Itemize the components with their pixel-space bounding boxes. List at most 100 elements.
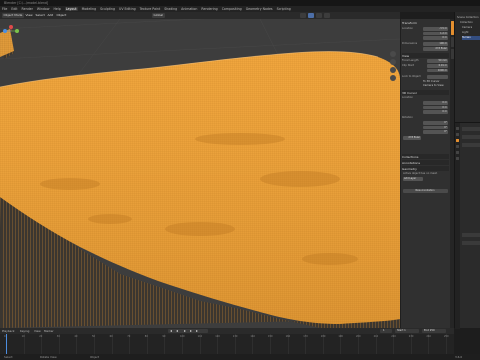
timeline-tick-label: 240 [426, 335, 431, 338]
axis-gizmo-icon[interactable] [0, 19, 22, 43]
geometry-section-header[interactable]: Geometry [402, 167, 449, 171]
playhead[interactable] [6, 334, 7, 354]
view-section-header[interactable]: View [402, 54, 449, 58]
wireframe-shading-button[interactable] [300, 13, 306, 18]
end-frame-field[interactable]: End 250 [424, 329, 435, 332]
menu-item-compositing[interactable]: Compositing [222, 7, 242, 11]
location-x-field[interactable]: -3.5 m [423, 27, 448, 31]
cursor-rx-field[interactable]: 0° [423, 121, 448, 125]
object-menu[interactable]: Object [55, 13, 68, 18]
rotation-mode-dropdown[interactable]: XYZ Euler [423, 47, 448, 51]
outliner-item[interactable]: Light [462, 31, 480, 35]
timeline[interactable]: 0 10 20 30 40 50 60 70 80 90 100 110 120 130 140 150 160… [0, 334, 454, 354]
hand-pan-icon[interactable] [390, 59, 396, 65]
collections-section-header[interactable]: Collections [402, 155, 449, 159]
lock-object-label: Lock to Object [402, 75, 421, 78]
playback-menu[interactable]: Playback [2, 329, 14, 333]
timeline-tick-label: 40 [74, 335, 78, 338]
timeline-tick-label: 30 [56, 335, 60, 338]
menu-item-layout[interactable]: Layout [64, 7, 78, 11]
start-frame-field[interactable]: Start 1 [397, 329, 406, 332]
location-label: Location [402, 27, 413, 30]
rendered-shading-button[interactable] [324, 13, 330, 18]
timeline-tick-label: 90 [162, 335, 166, 338]
clip-start-label: Clip Start [402, 64, 415, 67]
timeline-tick-label: 130 [232, 335, 238, 338]
clip-start-field[interactable]: 0.01 m [427, 64, 448, 68]
timeline-tick-label: 60 [109, 335, 113, 338]
timeline-tick-label: 180 [320, 335, 326, 338]
timeline-tick-label: 160 [285, 335, 291, 338]
view-menu-timeline[interactable]: View [34, 329, 41, 333]
cursor-rz-field[interactable]: 0° [423, 130, 448, 134]
marker-menu[interactable]: Marker [44, 329, 54, 333]
timeline-tick-label: 140 [250, 335, 255, 338]
window-title: Blender [C:\...\model.blend] [4, 0, 49, 5]
add-layer-button[interactable]: Add Layer [403, 177, 423, 181]
transform-section-header[interactable]: Transform [402, 21, 449, 25]
timeline-tick-label: 100 [180, 335, 185, 338]
cursor-ry-field[interactable]: 0° [423, 125, 448, 130]
focal-length-field[interactable]: 50 mm [427, 59, 448, 63]
solid-shading-button[interactable] [308, 13, 314, 18]
properties-editor [454, 122, 480, 329]
menu-item-sculpting[interactable]: Sculpting [100, 7, 115, 11]
timeline-tick-label: 80 [144, 335, 148, 338]
location-y-field[interactable]: 1.2 m [423, 31, 448, 36]
menu-item-window[interactable]: Window [37, 7, 50, 11]
viewport-header: Object Mode View Select Add Object Globa… [0, 12, 400, 19]
new-annotation-button[interactable]: New Annotation [403, 189, 448, 193]
menu-item-shading[interactable]: Shading [164, 7, 177, 11]
material-shading-button[interactable] [316, 13, 322, 18]
menu-item-animation[interactable]: Animation [181, 7, 197, 11]
timeline-tick-label: 150 [268, 335, 273, 338]
current-frame-field[interactable]: 1 [383, 329, 385, 332]
timeline-tick-label: 250 [444, 335, 449, 338]
lock-cursor-checkbox[interactable]: To 3D Cursor [423, 80, 440, 83]
camera-to-view-checkbox[interactable]: Camera to View [423, 84, 444, 87]
menu-item-modeling[interactable]: Modeling [82, 7, 97, 11]
terrain-mesh [0, 19, 400, 328]
camera-view-icon[interactable] [390, 67, 396, 73]
zoom-icon[interactable] [390, 51, 396, 57]
dimensions-field[interactable]: 100 m [423, 42, 448, 46]
menu-item-rendering[interactable]: Rendering [201, 7, 217, 11]
cursor-z-field[interactable]: 0 m [423, 110, 448, 114]
3d-cursor-section-header[interactable]: 3D Cursor [402, 91, 449, 95]
timeline-tick-label: 110 [197, 335, 203, 338]
view-menu[interactable]: View [24, 13, 34, 18]
menu-item-file[interactable]: File [2, 7, 7, 11]
menu-item-texture-paint[interactable]: Texture Paint [140, 7, 161, 11]
add-menu[interactable]: Add [46, 13, 55, 18]
menu-item-geometry-nodes[interactable]: Geometry Nodes [246, 7, 273, 11]
menu-item-render[interactable]: Render [22, 7, 33, 11]
annotations-section-header[interactable]: Annotations [402, 161, 449, 165]
location-z-field[interactable]: 0 m [423, 36, 448, 40]
menu-item-edit[interactable]: Edit [11, 7, 17, 11]
mode-dropdown[interactable]: Object Mode [2, 13, 24, 18]
status-object: Object [90, 355, 100, 359]
timeline-tick-label: 220 [391, 335, 396, 338]
select-menu[interactable]: Select [34, 13, 46, 18]
outliner-item[interactable]: Scene Collection [457, 16, 479, 20]
menu-item-scripting[interactable]: Scripting [277, 7, 291, 11]
timeline-tick-label: 210 [373, 335, 379, 338]
timeline-tick-label: 200 [356, 335, 361, 338]
timeline-tick-label: 70 [127, 335, 131, 338]
menu-item-uv-editing[interactable]: UV Editing [119, 7, 136, 11]
orientation-dropdown[interactable]: Global [152, 13, 165, 18]
cursor-x-field[interactable]: 0 m [423, 101, 448, 105]
focal-length-label: Focal Length [402, 59, 419, 62]
grid-icon[interactable] [390, 75, 396, 81]
outliner-item[interactable]: Camera [462, 26, 480, 30]
keying-menu[interactable]: Keying [20, 329, 29, 333]
euler-mode-dropdown[interactable]: XYZ Euler [403, 136, 421, 140]
3d-viewport[interactable] [0, 19, 400, 328]
sidebar-n-panel: Transform Location -3.5 m 1.2 m 0 m Dime… [400, 19, 450, 328]
lock-object-field[interactable] [427, 75, 448, 79]
clip-end-field[interactable]: 1000 m [427, 68, 448, 73]
outliner-item[interactable]: Terrain [462, 36, 480, 40]
cursor-y-field[interactable]: 0 m [423, 105, 448, 110]
outliner-item[interactable]: Collection [460, 21, 480, 25]
menu-item-help[interactable]: Help [53, 7, 60, 11]
